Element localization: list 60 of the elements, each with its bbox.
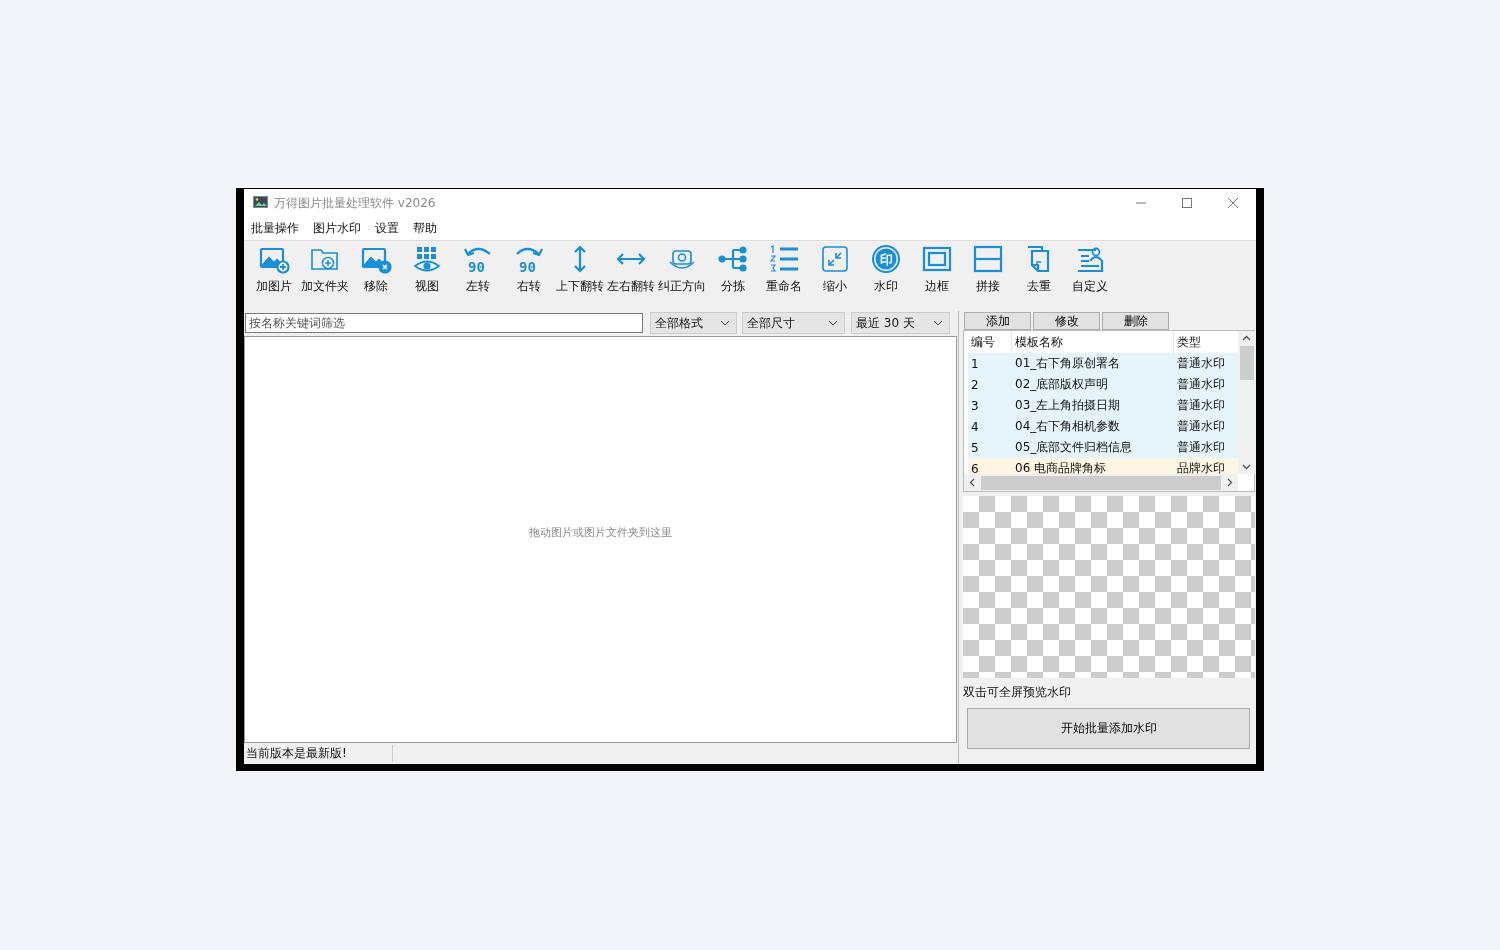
scroll-left-icon[interactable] [969,478,975,487]
dropdown[interactable]: 全部格式 [650,312,737,334]
image-list-area[interactable]: 拖动图片或图片文件夹到这里 [244,336,957,743]
toolbar-button[interactable]: 视图 [401,244,452,301]
search-field[interactable]: 按名称关键词筛选 [245,313,643,333]
numbered-list-icon [767,244,800,274]
frame-icon [920,244,953,274]
template-row[interactable]: 4 04_右下角相机参数 普通水印 [968,416,1238,437]
template-button[interactable]: 删除 [1102,312,1169,330]
toolbar-button[interactable]: 移除 [350,244,401,301]
dropdown[interactable]: 最近 30 天 [851,312,950,334]
toolbar-button[interactable]: 左右翻转 [605,244,656,301]
column-header[interactable]: 类型 [1174,331,1234,353]
scroll-down-icon[interactable] [1242,464,1251,470]
scroll-right-icon[interactable] [1227,478,1233,487]
menu-item[interactable]: 帮助 [413,220,437,237]
template-row[interactable]: 1 01_右下角原创署名 普通水印 [968,353,1238,374]
toolbar-button[interactable]: 印 水印 [860,244,911,301]
template-row[interactable]: 5 05_底部文件归档信息 普通水印 [968,437,1238,458]
stamp-icon: 印 [869,244,902,274]
scrollbar-thumb[interactable] [1239,346,1254,380]
maximize-icon[interactable] [1181,197,1193,209]
toolbar-button[interactable]: 90 左转 [452,244,503,301]
app-icon [253,196,269,210]
menu-item[interactable]: 设置 [375,220,399,237]
toolbar-button[interactable]: 上下翻转 [554,244,605,301]
caret-icon [828,320,838,326]
preview-hint: 双击可全屏预览水印 [963,684,1072,700]
toolbar-button[interactable]: 90 右转 [503,244,554,301]
toolbar-button[interactable]: 拼接 [962,244,1013,301]
drop-hint: 拖动图片或图片文件夹到这里 [529,525,672,539]
template-button[interactable]: 添加 [964,312,1031,330]
toolbar-button[interactable]: 自定义 [1064,244,1115,301]
caret-icon [720,320,730,326]
toolbar-button[interactable]: 分拣 [707,244,758,301]
toolbar-button[interactable]: 去重 [1013,244,1064,301]
menu-item[interactable]: 图片水印 [313,220,361,237]
toolbar-button[interactable]: 加文件夹 [299,244,350,301]
start-button[interactable]: 开始批量添加水印 [967,708,1250,749]
toolbar-button[interactable]: 加图片 [248,244,299,301]
scroll-up-icon[interactable] [1242,335,1251,341]
toolbar-button[interactable]: 缩小 [809,244,860,301]
status-text: 当前版本是最新版! [244,745,393,762]
toolbar-button[interactable]: 纠正方向 [656,244,707,301]
vertical-scrollbar[interactable] [1238,331,1255,474]
toolbar-button[interactable]: 重命名 [758,244,809,301]
template-row[interactable]: 2 02_底部版权声明 普通水印 [968,374,1238,395]
branch-icon [716,244,749,274]
toolbar-button[interactable]: 边框 [911,244,962,301]
horizontal-scrollbar[interactable] [964,474,1238,491]
template-row[interactable]: 3 03_左上角拍摄日期 普通水印 [968,395,1238,416]
dropdown[interactable]: 全部尺寸 [742,312,845,334]
window-title: 万得图片批量处理软件 v2026 [274,194,436,212]
close-icon[interactable] [1227,197,1239,209]
scrollbar-thumb[interactable] [981,475,1221,490]
menu-item[interactable]: 批量操作 [251,220,299,237]
caret-icon [933,320,943,326]
split-icon [971,244,1004,274]
template-button[interactable]: 修改 [1033,312,1100,330]
template-row[interactable]: 6 06 电商品牌角标 品牌水印 [968,458,1238,474]
